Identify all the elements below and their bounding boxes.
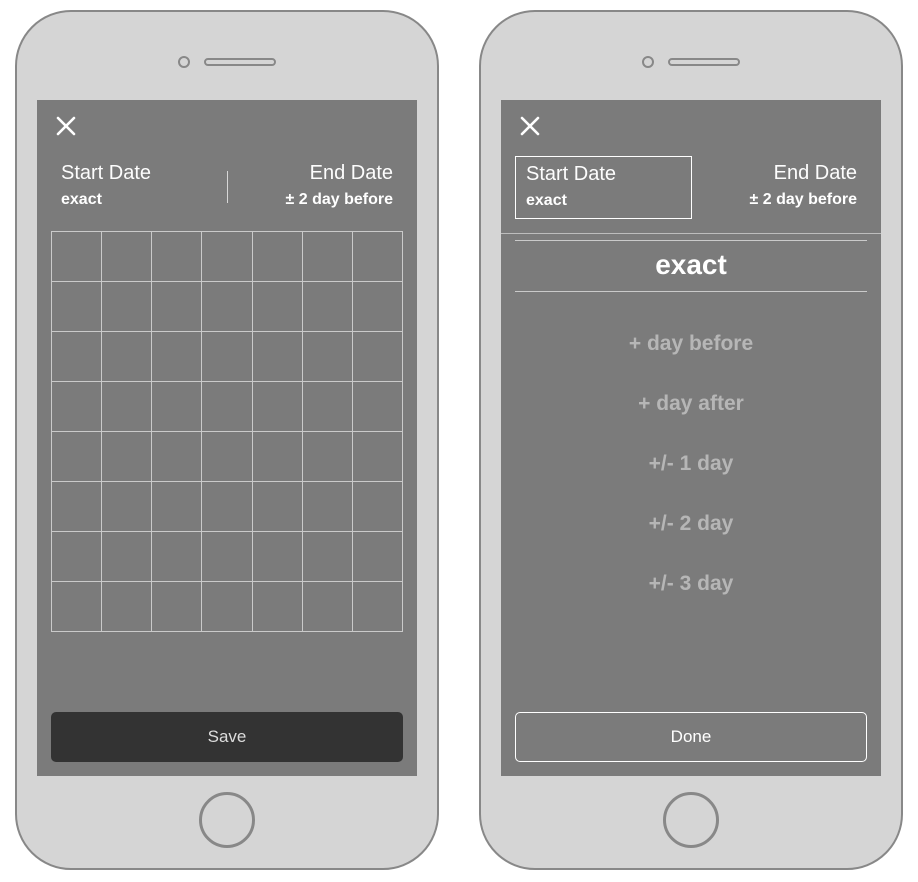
calendar-cell[interactable] <box>152 332 202 382</box>
tab-end-date[interactable]: End Date ± 2 day before <box>692 156 867 219</box>
calendar-cell[interactable] <box>253 582 303 632</box>
save-button-label: Save <box>208 727 247 747</box>
calendar-cell[interactable] <box>202 332 252 382</box>
calendar-cell[interactable] <box>52 382 102 432</box>
close-button[interactable] <box>55 115 77 142</box>
speaker-slot-icon <box>204 58 276 66</box>
calendar-cell[interactable] <box>102 482 152 532</box>
picker-option[interactable]: +/- 3 day <box>649 572 734 596</box>
calendar-cell[interactable] <box>52 332 102 382</box>
calendar-cell[interactable] <box>303 532 353 582</box>
phone-frame-left: Start Date exact End Date ± 2 day before <box>15 10 439 870</box>
picker-option[interactable]: + day before <box>629 332 753 356</box>
calendar-cell[interactable] <box>353 382 403 432</box>
calendar-cell[interactable] <box>353 532 403 582</box>
calendar-cell[interactable] <box>202 432 252 482</box>
calendar-cell[interactable] <box>253 382 303 432</box>
camera-dot-icon <box>642 56 654 68</box>
calendar-cell[interactable] <box>353 282 403 332</box>
home-button-icon <box>663 792 719 848</box>
calendar-cell[interactable] <box>353 232 403 282</box>
calendar-cell[interactable] <box>52 282 102 332</box>
tab-start-title: Start Date <box>526 163 681 186</box>
calendar-cell[interactable] <box>102 382 152 432</box>
picker-option[interactable]: +/- 1 day <box>649 452 734 476</box>
calendar-cell[interactable] <box>353 332 403 382</box>
calendar-cell[interactable] <box>152 432 202 482</box>
calendar-cell[interactable] <box>303 482 353 532</box>
calendar-cell[interactable] <box>202 582 252 632</box>
calendar-cell[interactable] <box>52 232 102 282</box>
calendar-cell[interactable] <box>303 582 353 632</box>
calendar-cell[interactable] <box>102 532 152 582</box>
divider <box>501 233 881 234</box>
calendar-cell[interactable] <box>102 432 152 482</box>
calendar-cell[interactable] <box>102 332 152 382</box>
close-icon <box>519 115 541 137</box>
screen-picker: Start Date exact End Date ± 2 day before… <box>501 100 881 776</box>
tab-start-value: exact <box>526 192 681 210</box>
tab-start-title: Start Date <box>61 162 217 185</box>
calendar-cell[interactable] <box>152 482 202 532</box>
tab-end-title: End Date <box>238 162 394 185</box>
calendar-cell[interactable] <box>303 332 353 382</box>
calendar-cell[interactable] <box>202 232 252 282</box>
calendar-cell[interactable] <box>353 582 403 632</box>
calendar-cell[interactable] <box>303 382 353 432</box>
done-button-label: Done <box>671 727 712 747</box>
calendar-cell[interactable] <box>303 282 353 332</box>
picker-list[interactable]: + day before + day after +/- 1 day +/- 2… <box>501 292 881 698</box>
tab-start-value: exact <box>61 191 217 209</box>
calendar-cell[interactable] <box>152 582 202 632</box>
calendar-cell[interactable] <box>152 282 202 332</box>
date-tabs: Start Date exact End Date ± 2 day before <box>501 156 881 233</box>
calendar-cell[interactable] <box>202 482 252 532</box>
calendar-cell[interactable] <box>102 232 152 282</box>
calendar-cell[interactable] <box>253 282 303 332</box>
calendar-cell[interactable] <box>102 282 152 332</box>
speaker-slot-icon <box>668 58 740 66</box>
calendar-cell[interactable] <box>253 332 303 382</box>
calendar-cell[interactable] <box>253 432 303 482</box>
camera-dot-icon <box>178 56 190 68</box>
calendar-cell[interactable] <box>152 232 202 282</box>
calendar-cell[interactable] <box>253 232 303 282</box>
calendar-cell[interactable] <box>253 532 303 582</box>
close-icon <box>55 115 77 137</box>
screen-calendar: Start Date exact End Date ± 2 day before <box>37 100 417 776</box>
picker-selected-value: exact <box>515 240 867 292</box>
tab-end-title: End Date <box>702 162 857 185</box>
tab-end-value: ± 2 day before <box>238 191 394 209</box>
calendar-cell[interactable] <box>253 482 303 532</box>
phone-frame-right: Start Date exact End Date ± 2 day before… <box>479 10 903 870</box>
save-button[interactable]: Save <box>51 712 403 762</box>
calendar-cell[interactable] <box>52 532 102 582</box>
calendar-cell[interactable] <box>52 582 102 632</box>
done-button[interactable]: Done <box>515 712 867 762</box>
home-button-icon <box>199 792 255 848</box>
tab-end-date[interactable]: End Date ± 2 day before <box>228 156 404 217</box>
picker-option[interactable]: + day after <box>638 392 744 416</box>
date-tabs: Start Date exact End Date ± 2 day before <box>37 156 417 231</box>
calendar-cell[interactable] <box>202 532 252 582</box>
calendar-cell[interactable] <box>102 582 152 632</box>
picker-option[interactable]: +/- 2 day <box>649 512 734 536</box>
calendar-cell[interactable] <box>52 482 102 532</box>
tab-start-date[interactable]: Start Date exact <box>515 156 692 219</box>
calendar-cell[interactable] <box>52 432 102 482</box>
tab-start-date[interactable]: Start Date exact <box>51 156 227 217</box>
earpiece-group <box>481 56 901 68</box>
calendar-cell[interactable] <box>303 432 353 482</box>
calendar-cell[interactable] <box>353 482 403 532</box>
earpiece-group <box>17 56 437 68</box>
calendar-grid[interactable] <box>51 231 403 632</box>
tab-end-value: ± 2 day before <box>702 191 857 209</box>
calendar-cell[interactable] <box>152 532 202 582</box>
calendar-cell[interactable] <box>202 282 252 332</box>
calendar-cell[interactable] <box>303 232 353 282</box>
calendar-cell[interactable] <box>152 382 202 432</box>
calendar-cell[interactable] <box>202 382 252 432</box>
close-button[interactable] <box>519 115 541 142</box>
calendar-cell[interactable] <box>353 432 403 482</box>
